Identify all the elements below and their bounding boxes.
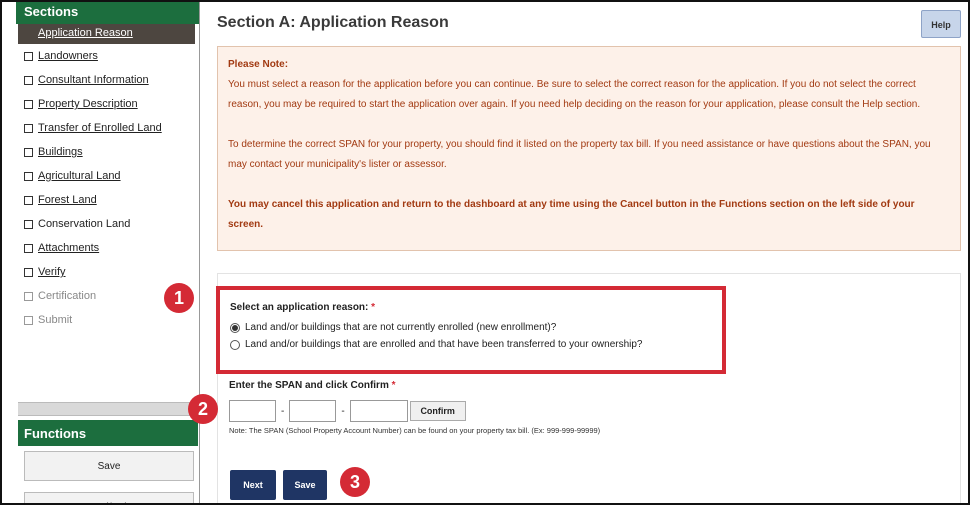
sidebar-item-label: Verify: [38, 266, 66, 278]
span-label: Enter the SPAN and click Confirm *: [229, 380, 396, 391]
sidebar-item-label: Transfer of Enrolled Land: [38, 122, 162, 134]
sidebar-item-forest-land[interactable]: Forest Land: [16, 188, 199, 212]
note-paragraph-bold: You may cancel this application and retu…: [228, 199, 915, 230]
sidebar-item-label: Forest Land: [38, 194, 97, 206]
required-mark: *: [371, 302, 376, 313]
checkbox-icon: [24, 220, 33, 229]
callout-marker-3: 3: [340, 467, 370, 497]
sidebar-item-consultant-information[interactable]: Consultant Information: [16, 68, 199, 92]
sidebar-item-label: Landowners: [38, 50, 98, 62]
radio-button[interactable]: [230, 339, 240, 350]
screenshot-frame: Sections Application Reason Landowners C…: [0, 0, 970, 505]
checkbox-icon: [24, 268, 33, 277]
callout-marker-2: 2: [188, 394, 218, 424]
checkbox-icon: [24, 76, 33, 85]
page-title: Section A: Application Reason: [217, 14, 449, 31]
span-separator: -: [281, 405, 285, 417]
note-paragraph: To determine the correct SPAN for your p…: [228, 139, 931, 170]
span-input-part-3[interactable]: [349, 400, 408, 422]
sidebar-item-landowners[interactable]: Landowners: [16, 44, 199, 68]
sidebar: Sections Application Reason Landowners C…: [16, 2, 200, 503]
radio-label: Land and/or buildings that are enrolled …: [245, 339, 643, 350]
checkbox-icon: [24, 316, 33, 325]
reason-label: Select an application reason: *: [230, 302, 376, 313]
checkbox-icon: [24, 124, 33, 133]
functions-header: Functions: [18, 420, 198, 446]
sidebar-item-verify[interactable]: Verify: [16, 260, 199, 284]
checkbox-icon: [24, 292, 33, 301]
span-separator: -: [341, 405, 345, 417]
checkbox-icon: [24, 148, 33, 157]
span-input-row: - - Confirm: [229, 400, 466, 422]
sidebar-item-label: Certification: [38, 290, 97, 302]
sidebar-item-label: Property Description: [38, 98, 138, 110]
note-panel: Please Note: You must select a reason fo…: [217, 46, 961, 251]
sidebar-item-agricultural-land[interactable]: Agricultural Land: [16, 164, 199, 188]
sections-header: Sections: [16, 2, 199, 24]
sidebar-item-buildings[interactable]: Buildings: [16, 140, 199, 164]
span-input-part-2[interactable]: [289, 400, 337, 422]
span-note: Note: The SPAN (School Property Account …: [229, 426, 601, 435]
main-content: Section A: Application Reason Help Pleas…: [208, 2, 964, 503]
sidebar-item-label: Conservation Land: [38, 218, 131, 230]
application-reason-group: Select an application reason: * Land and…: [216, 286, 726, 374]
checkbox-icon: [24, 172, 33, 181]
sidebar-resize-handle[interactable]: [18, 402, 198, 416]
sidebar-item-label: Submit: [38, 314, 73, 326]
checkbox-icon: [24, 244, 33, 253]
confirm-button[interactable]: Confirm: [409, 401, 466, 421]
sidebar-item-property-description[interactable]: Property Description: [16, 92, 199, 116]
function-save-button[interactable]: Save: [24, 451, 194, 481]
help-button[interactable]: Help: [921, 10, 961, 38]
radio-button-selected[interactable]: [230, 322, 240, 333]
function-cancel-delete-button[interactable]: Cancel/Delete: [24, 492, 194, 503]
sidebar-item-label: Consultant Information: [38, 74, 149, 86]
checkbox-icon: [24, 100, 33, 109]
callout-marker-1: 1: [164, 283, 194, 313]
sidebar-item-label: Attachments: [38, 242, 100, 254]
note-heading: Please Note:: [228, 59, 289, 70]
sidebar-item-conservation-land[interactable]: Conservation Land: [16, 212, 199, 236]
required-mark: *: [391, 380, 396, 391]
sidebar-item-attachments[interactable]: Attachments: [16, 236, 199, 260]
sidebar-item-label: Agricultural Land: [38, 170, 121, 182]
save-button[interactable]: Save: [283, 470, 327, 500]
radio-label: Land and/or buildings that are not curre…: [245, 322, 557, 333]
reason-option-new-enrollment[interactable]: Land and/or buildings that are not curre…: [230, 322, 712, 333]
next-button[interactable]: Next: [230, 470, 276, 500]
note-paragraph: You must select a reason for the applica…: [228, 79, 921, 110]
checkbox-icon: [24, 196, 33, 205]
reason-option-transferred[interactable]: Land and/or buildings that are enrolled …: [230, 339, 712, 350]
span-input-part-1[interactable]: [229, 400, 276, 422]
checkbox-icon: [24, 52, 33, 61]
form-panel: Select an application reason: * Land and…: [216, 273, 961, 503]
sidebar-item-transfer-of-enrolled-land[interactable]: Transfer of Enrolled Land: [16, 116, 199, 140]
sidebar-item-application-reason[interactable]: Application Reason: [18, 24, 195, 44]
sidebar-item-label: Buildings: [38, 146, 83, 158]
sidebar-item-submit: Submit: [16, 308, 199, 332]
